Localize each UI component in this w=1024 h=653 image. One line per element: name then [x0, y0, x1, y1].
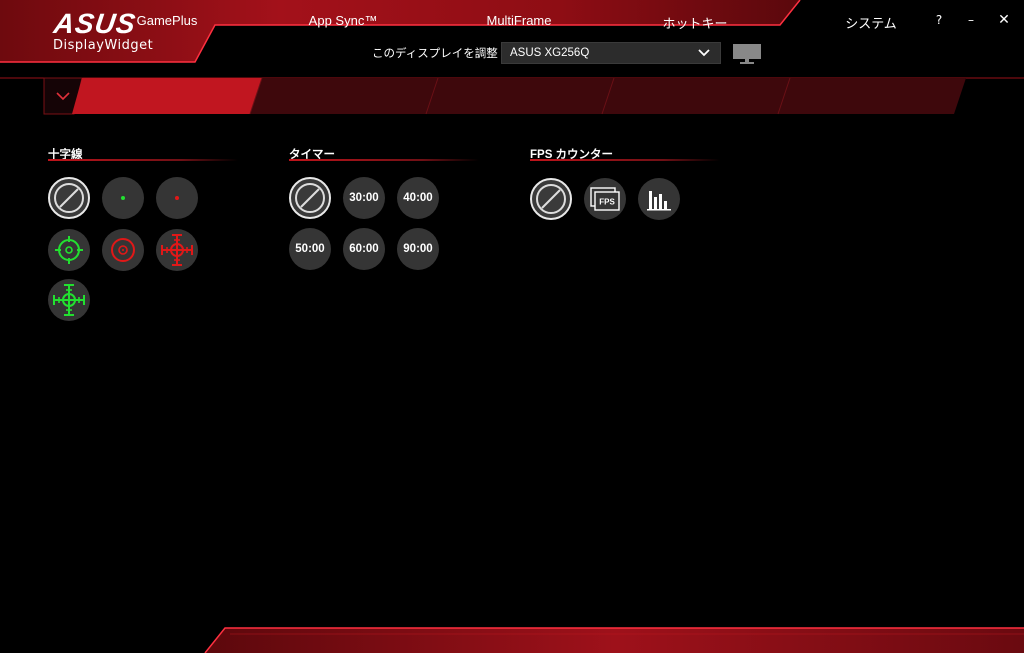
tab-collapse-button[interactable] [44, 78, 78, 114]
timer-50-button[interactable]: 50:00 [289, 228, 331, 270]
timer-90-label: 90:00 [403, 243, 433, 255]
fps-window-icon: FPS [590, 187, 620, 211]
crosshair-green-circle-button[interactable] [48, 229, 90, 271]
crosshair-green-cross-button[interactable] [48, 279, 90, 321]
bar-graph-icon [647, 191, 671, 211]
crosshair-green-dot-button[interactable] [102, 177, 144, 219]
display-select[interactable]: ASUS XG256Q [501, 42, 721, 64]
fps-none-button[interactable] [530, 178, 572, 220]
footer-banner [204, 627, 1024, 653]
fps-graph-button[interactable] [638, 178, 680, 220]
monitor-icon[interactable] [732, 43, 762, 65]
tab-multiframe[interactable]: MultiFrame [434, 13, 604, 28]
tab-app-sync[interactable]: App Sync™ [258, 13, 428, 28]
timer-50-label: 50:00 [295, 243, 325, 255]
red-cross-crosshair-icon [161, 234, 193, 266]
chevron-down-icon [698, 43, 710, 70]
red-circle-crosshair-icon [111, 238, 135, 262]
fps-section-divider [530, 159, 720, 161]
tab-bar [43, 77, 966, 115]
none-icon [295, 183, 325, 213]
green-dot-icon [121, 196, 125, 200]
green-circle-crosshair-icon [55, 236, 83, 264]
none-icon [536, 184, 566, 214]
red-dot-icon [175, 196, 179, 200]
crosshair-none-button[interactable] [48, 177, 90, 219]
crosshair-red-cross-button[interactable] [156, 229, 198, 271]
timer-40-button[interactable]: 40:00 [397, 177, 439, 219]
timer-40-label: 40:00 [403, 192, 433, 204]
crosshair-section-divider [48, 159, 238, 161]
tab-hotkey[interactable]: ホットキー [610, 13, 780, 32]
green-cross-crosshair-icon [53, 284, 85, 316]
timer-60-button[interactable]: 60:00 [343, 228, 385, 270]
close-button[interactable]: ✕ [993, 10, 1015, 30]
timer-60-label: 60:00 [349, 243, 379, 255]
tab-gameplus[interactable]: GamePlus [82, 13, 252, 28]
display-select-value: ASUS XG256Q [510, 47, 590, 59]
fps-window-text: FPS [599, 198, 615, 207]
crosshair-red-dot-button[interactable] [156, 177, 198, 219]
timer-none-button[interactable] [289, 177, 331, 219]
app-name: DisplayWidget [53, 38, 154, 53]
crosshair-red-circle-button[interactable] [102, 229, 144, 271]
display-label: このディスプレイを調整 [372, 46, 498, 60]
timer-section-divider [289, 159, 479, 161]
timer-90-button[interactable]: 90:00 [397, 228, 439, 270]
minimize-button[interactable]: – [960, 10, 982, 30]
fps-number-button[interactable]: FPS [584, 178, 626, 220]
timer-30-label: 30:00 [349, 192, 379, 204]
timer-30-button[interactable]: 30:00 [343, 177, 385, 219]
tab-system[interactable]: システム [786, 13, 956, 32]
none-icon [54, 183, 84, 213]
